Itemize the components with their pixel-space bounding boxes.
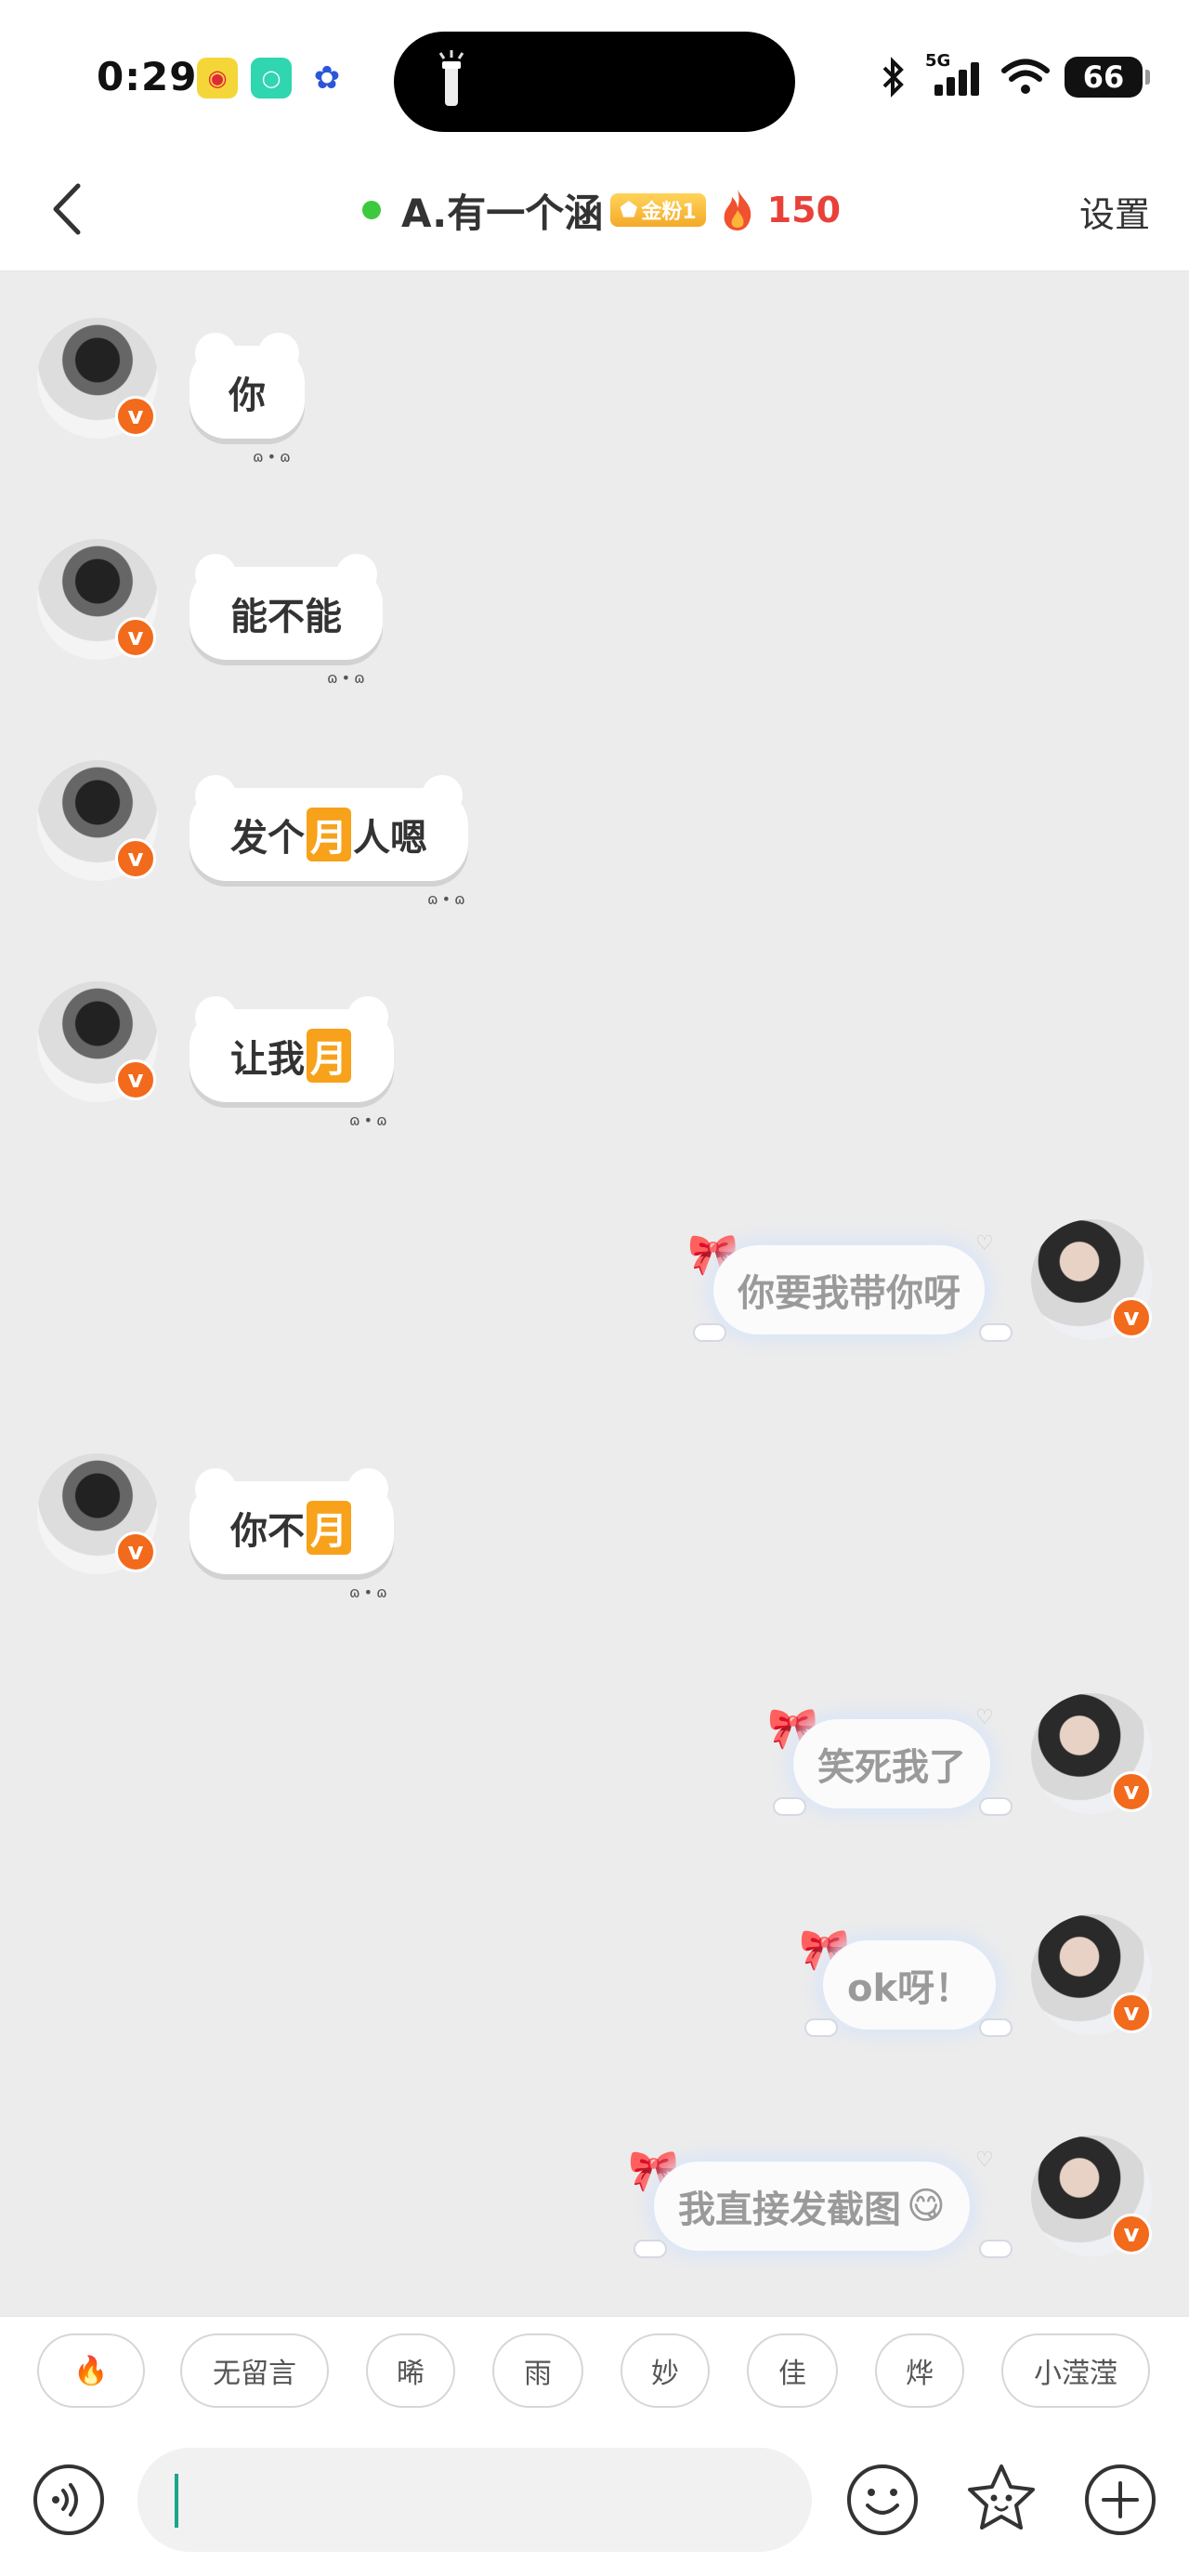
- message-row: v 🎀 笑死我了 ♡: [0, 1693, 1189, 1823]
- verified-badge: v: [115, 838, 156, 879]
- intimacy-count: 150: [766, 190, 842, 230]
- moon-emoji: 月: [307, 808, 351, 861]
- verified-badge: v: [1111, 1771, 1152, 1812]
- quick-reply-chip[interactable]: 雨: [492, 2333, 583, 2408]
- bubble-decoration: ɷ•ɷ: [427, 890, 469, 908]
- voice-icon[interactable]: [32, 2463, 106, 2537]
- message-text: 能不能: [230, 596, 342, 638]
- message-input[interactable]: [137, 2448, 812, 2552]
- message-bubble[interactable]: 你要我带你呀: [713, 1245, 985, 1334]
- chat-title: A.有一个涵: [401, 190, 604, 236]
- message-text: 笑死我了: [817, 1746, 966, 1789]
- quick-reply-chip[interactable]: 小滢滢: [1001, 2333, 1150, 2408]
- fan-level-label: 金粉1: [641, 201, 697, 224]
- fire-icon: [724, 190, 751, 230]
- message-bubble[interactable]: 你不 月: [189, 1468, 394, 1574]
- message-text: ok呀！: [847, 1967, 973, 2010]
- battery-indicator: 66: [1065, 57, 1150, 98]
- message-bubble[interactable]: 让我 月: [189, 996, 394, 1102]
- moon-emoji: 月: [307, 1501, 351, 1555]
- message-text: 你: [229, 375, 266, 417]
- bubble-decoration: ɷ•ɷ: [327, 669, 369, 687]
- bubble-decoration: ɷ•ɷ: [349, 1584, 391, 1601]
- cloud-decoration: [979, 2240, 1013, 2258]
- online-status-dot: [362, 201, 381, 219]
- cloud-decoration: [773, 1797, 806, 1816]
- cellular-signal: 5G: [925, 51, 986, 98]
- cloud-decoration: [979, 1323, 1013, 1342]
- message-text: 我直接发截图: [678, 2188, 901, 2231]
- signal-icon: [934, 62, 979, 96]
- settings-button[interactable]: 设置: [1079, 186, 1150, 237]
- quick-reply-chip[interactable]: 妙: [621, 2333, 710, 2408]
- verified-badge: v: [115, 396, 156, 437]
- back-icon[interactable]: [37, 177, 102, 242]
- verified-badge: v: [1111, 2214, 1152, 2254]
- message-text: 你不: [230, 1510, 305, 1553]
- message-row: v 🎀 我直接发截图 😋 ♡: [0, 2136, 1189, 2266]
- status-time: 0:29: [97, 54, 198, 99]
- heart-decoration: ♡: [975, 2149, 994, 2172]
- wifi-icon: [1001, 59, 1050, 94]
- cloud-decoration: [804, 2018, 838, 2037]
- message-bubble[interactable]: 你: [189, 333, 305, 439]
- fan-level-badge: ⬟ 金粉1: [610, 193, 706, 227]
- message-bubble[interactable]: 我直接发截图 😋: [654, 2162, 970, 2251]
- cloud-decoration: [693, 1323, 726, 1342]
- app-notification-icon: ○: [251, 58, 292, 99]
- message-text: 人嗯: [353, 817, 427, 860]
- quick-reply-chip[interactable]: 佳: [747, 2333, 838, 2408]
- verified-badge: v: [1111, 1297, 1152, 1338]
- verified-badge: v: [115, 617, 156, 658]
- bubble-decoration: ɷ•ɷ: [253, 448, 294, 466]
- cloud-decoration: [979, 1797, 1013, 1816]
- heart-decoration: ♡: [975, 1232, 994, 1255]
- badge-icon: ⬟: [620, 198, 638, 222]
- message-text: 发个: [230, 817, 305, 860]
- quick-reply-chip[interactable]: 无留言: [180, 2333, 329, 2408]
- heart-decoration: ♡: [975, 1706, 994, 1729]
- system-icons: 5G 66: [877, 51, 1150, 100]
- status-bar: 0:29 ◉ ○ ✿ 5G 66: [0, 0, 1189, 149]
- message-bubble[interactable]: 笑死我了: [793, 1719, 990, 1808]
- verified-badge: v: [115, 1531, 156, 1572]
- quick-reply-chip[interactable]: 晞: [366, 2333, 455, 2408]
- verified-badge: v: [115, 1059, 156, 1100]
- message-row: v 能不能 ɷ•ɷ: [0, 539, 1189, 687]
- moon-emoji: 月: [307, 1029, 351, 1083]
- cloud-decoration: [979, 2018, 1013, 2037]
- sticker-star-icon[interactable]: [964, 2461, 1039, 2535]
- bubble-decoration: ɷ•ɷ: [349, 1111, 391, 1129]
- message-row: v 🎀 ok呀！: [0, 1914, 1189, 2044]
- message-row: v 你不 月 ɷ•ɷ: [0, 1453, 1189, 1601]
- text-caret: [175, 2474, 178, 2528]
- message-text: 让我: [230, 1038, 305, 1081]
- quick-reply-chip-fire[interactable]: 🔥: [37, 2333, 145, 2408]
- message-row: v 让我 月 ɷ•ɷ: [0, 981, 1189, 1129]
- message-text: 你要我带你呀: [738, 1272, 960, 1315]
- message-bubble[interactable]: 发个 月 人嗯: [189, 775, 468, 881]
- bluetooth-icon: [882, 57, 904, 98]
- message-row: v 你 ɷ•ɷ: [0, 318, 1189, 466]
- weibo-app-icon: ◉: [197, 58, 238, 99]
- baidu-app-icon: ✿: [313, 59, 341, 97]
- message-list[interactable]: v 你 ɷ•ɷ v 能不能 ɷ•ɷ v 发个 月 人嗯 ɷ•ɷ v 让我 月 ɷ…: [0, 271, 1189, 2316]
- quick-reply-chip[interactable]: 烨: [875, 2333, 964, 2408]
- message-row: v 发个 月 人嗯 ɷ•ɷ: [0, 760, 1189, 908]
- message-row: v 🎀 你要我带你呀 ♡: [0, 1219, 1189, 1349]
- verified-badge: v: [1111, 1992, 1152, 2033]
- input-bar: [0, 2424, 1189, 2576]
- chat-title-group[interactable]: A.有一个涵 ⬟ 金粉1 150: [362, 180, 841, 240]
- emoji-icon[interactable]: [845, 2463, 920, 2537]
- flashlight-icon: [438, 50, 464, 106]
- yummy-emoji: 😋: [907, 2185, 946, 2228]
- plus-icon[interactable]: [1083, 2463, 1157, 2537]
- quick-reply-bar: 🔥 无留言 晞 雨 妙 佳 烨 小滢滢: [0, 2316, 1189, 2424]
- message-bubble[interactable]: 能不能: [189, 554, 383, 660]
- cloud-decoration: [634, 2240, 667, 2258]
- message-bubble[interactable]: ok呀！: [823, 1940, 997, 2030]
- chat-header: A.有一个涵 ⬟ 金粉1 150 设置: [0, 149, 1189, 271]
